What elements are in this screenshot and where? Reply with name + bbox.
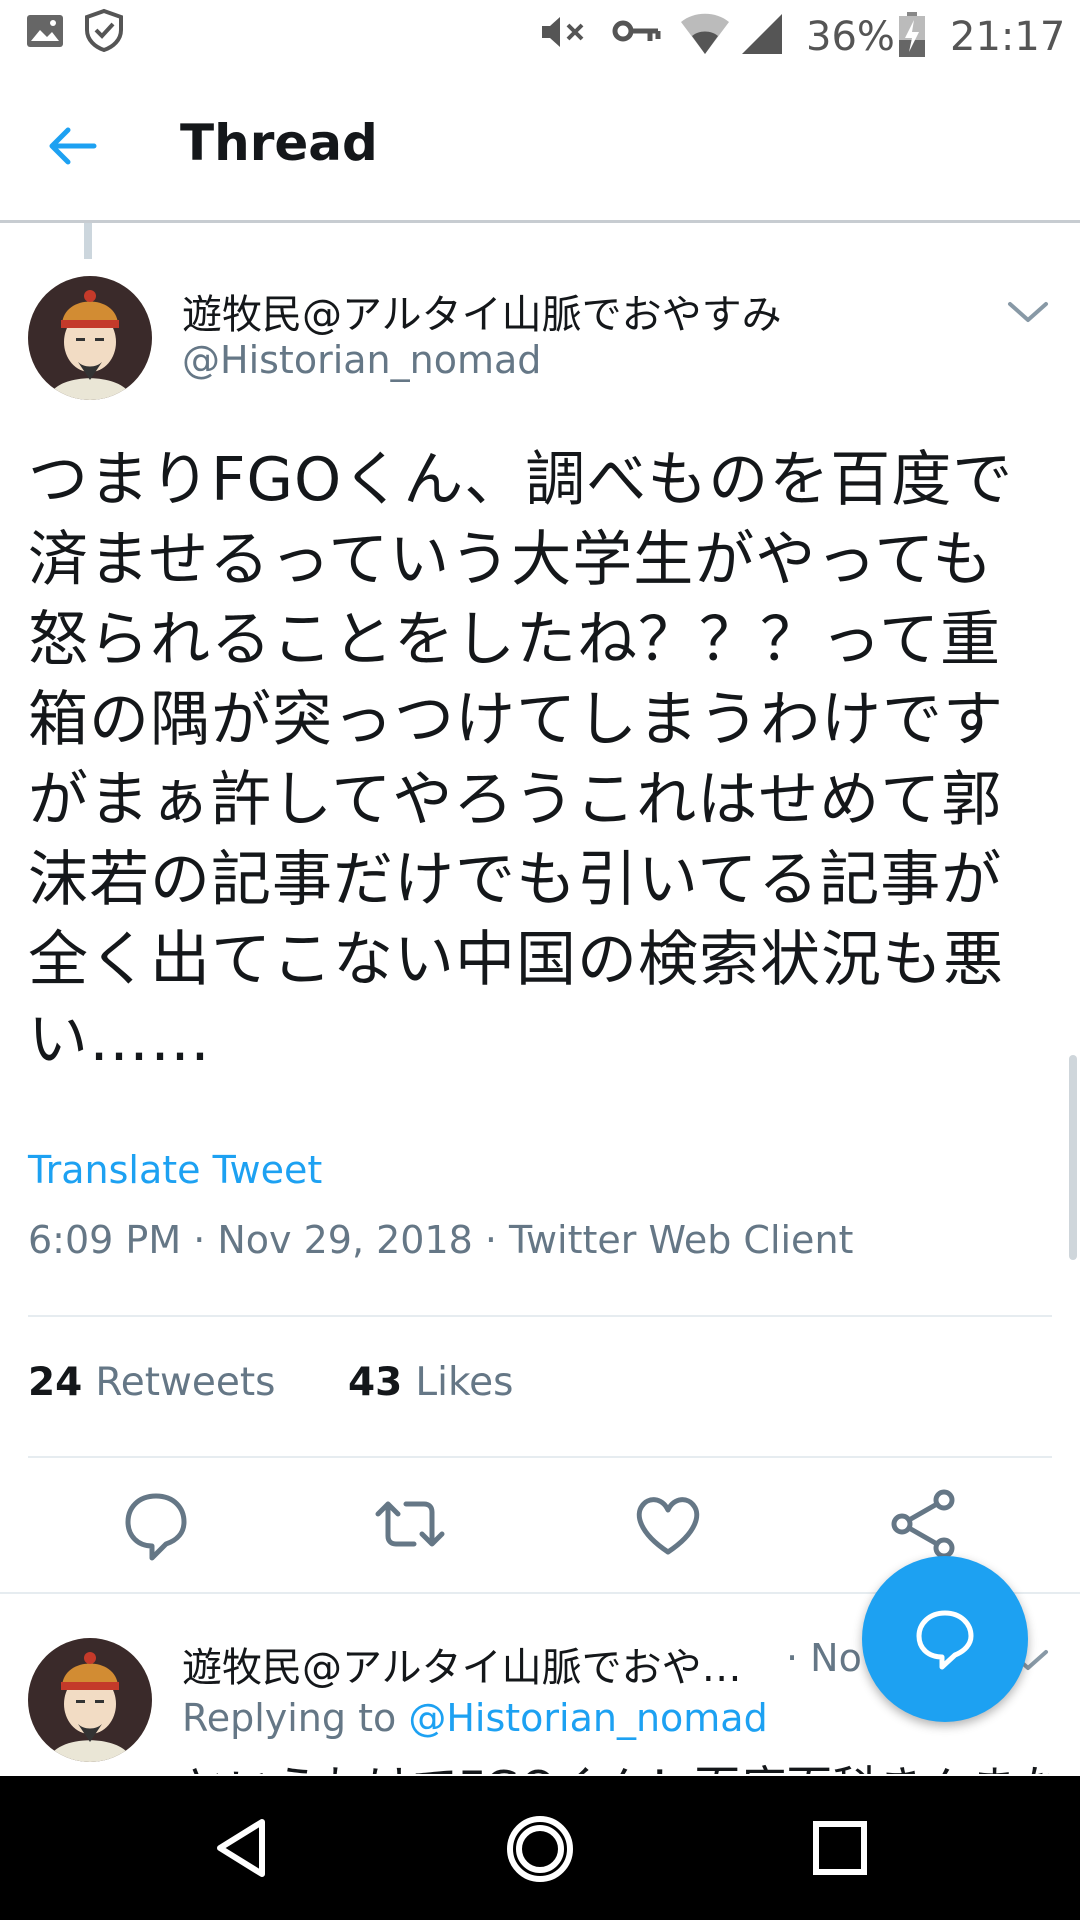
retweets-label: Retweets xyxy=(95,1360,276,1405)
reply-avatar[interactable] xyxy=(28,1638,152,1762)
tweet-timestamp-source: 6:09 PM · Nov 29, 2018 · Twitter Web Cli… xyxy=(28,1218,854,1262)
arrow-left-icon[interactable] xyxy=(44,122,100,170)
divider xyxy=(28,1315,1052,1317)
tweet-text: つまりFGOくん、調べものを百度で 済ませるっていう大学生がやっても 怒られるこ… xyxy=(28,440,1058,1080)
retweets-count: 24 xyxy=(28,1360,83,1405)
scrollbar[interactable] xyxy=(1069,1055,1077,1260)
tweet-text-line: つまりFGOくん、調べものを百度で xyxy=(28,445,1014,515)
retweets-stat[interactable]: 24 Retweets xyxy=(28,1360,276,1405)
replying-to-handle[interactable]: @Historian_nomad xyxy=(408,1696,767,1740)
vpn-key-icon xyxy=(612,20,661,42)
status-bar: 36% 21:17 xyxy=(0,0,1080,72)
divider xyxy=(28,1456,1052,1458)
signal-icon xyxy=(742,14,782,54)
share-icon[interactable] xyxy=(884,1484,964,1564)
author-handle[interactable]: @Historian_nomad xyxy=(182,338,541,382)
reply-time: · No xyxy=(786,1636,862,1680)
wifi-icon xyxy=(681,13,729,54)
likes-stat[interactable]: 43 Likes xyxy=(348,1360,513,1405)
likes-count: 43 xyxy=(348,1360,403,1405)
tweet-text-line: 全く出てこない中国の検索状況も悪 xyxy=(28,925,1004,995)
reply-author-name[interactable]: 遊牧民@アルタイ山脈でおや… xyxy=(182,1635,742,1693)
app-header: Thread xyxy=(0,72,1080,223)
recents-nav-icon[interactable] xyxy=(812,1820,868,1876)
back-nav-icon[interactable] xyxy=(210,1816,274,1880)
translate-tweet-link[interactable]: Translate Tweet xyxy=(28,1148,322,1192)
retweet-icon[interactable] xyxy=(370,1484,450,1564)
comment-icon[interactable] xyxy=(116,1484,196,1564)
shield-check-icon xyxy=(85,8,123,52)
avatar[interactable] xyxy=(28,276,152,400)
tweet-text-line: い…… xyxy=(28,1005,211,1075)
image-icon xyxy=(27,15,63,47)
tweet-text-line: 沫若の記事だけでも引いてる記事が xyxy=(28,845,1003,915)
tweet-text-line: がまぁ許してやろうこれはせめて郭 xyxy=(28,765,1003,835)
battery-percent: 36% xyxy=(806,14,895,60)
chevron-down-icon[interactable] xyxy=(1004,292,1052,332)
system-nav-bar xyxy=(0,1776,1080,1920)
compose-reply-button[interactable] xyxy=(862,1556,1028,1722)
page-title: Thread xyxy=(180,114,378,172)
replying-to: Replying to @Historian_nomad xyxy=(182,1696,768,1740)
avatar-image xyxy=(28,1638,152,1762)
heart-icon[interactable] xyxy=(628,1484,708,1564)
replying-to-prefix: Replying to xyxy=(182,1696,397,1740)
clock: 21:17 xyxy=(950,14,1066,60)
likes-label: Likes xyxy=(415,1360,514,1405)
tweet-text-line: 済ませるっていう大学生がやっても xyxy=(28,525,994,595)
mute-icon xyxy=(542,17,584,47)
home-nav-icon[interactable] xyxy=(505,1814,575,1884)
author-name[interactable]: 遊牧民@アルタイ山脈でおやすみ xyxy=(182,282,782,340)
thread-connector xyxy=(84,223,92,259)
avatar-image xyxy=(28,276,152,400)
reply-text-preview: というわけでFGOくん！百度百科きんまない xyxy=(182,1752,1062,1774)
compose-reply-icon xyxy=(916,1610,974,1670)
battery-charging-icon xyxy=(899,12,925,57)
tweet-text-line: 怒られることをしたね？？？って重 xyxy=(28,605,1001,675)
tweet-text-line: 箱の隅が突っつけてしまうわけです xyxy=(28,685,1004,755)
